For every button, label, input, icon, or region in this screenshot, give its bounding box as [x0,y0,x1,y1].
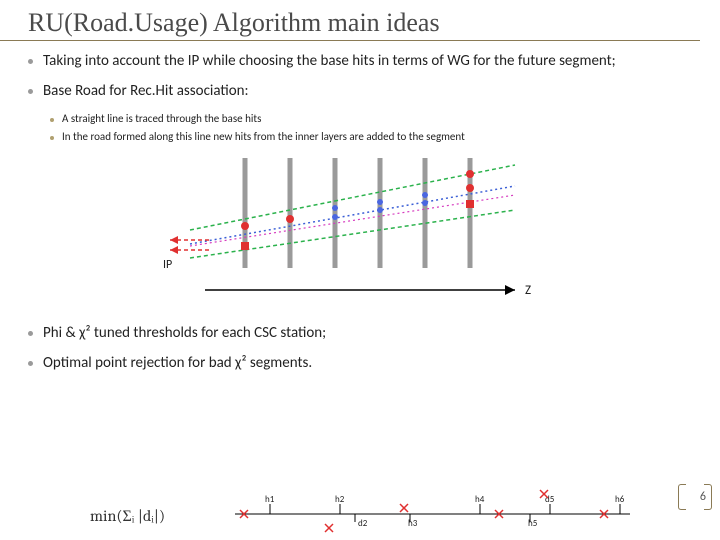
bullet-dot-icon [28,331,33,336]
bullet-list: Taking into account the IP while choosin… [0,41,720,374]
hit-sequence-svg: h1 h2 h4 d5 h6 d2 h3 h5 [230,484,640,534]
formula-text: min(Σᵢ |dᵢ|) [90,507,165,526]
hit-label: h6 [615,494,625,505]
bullet-subitem: In the road formed along this line new h… [50,130,692,144]
hit-label: h3 [408,518,418,529]
bullet-dot-icon [50,118,54,122]
page-bracket-left-icon [678,484,686,510]
ip-label: IP [163,258,172,272]
formula: min(Σᵢ |dᵢ|) [90,507,165,526]
bullet-item: Taking into account the IP while choosin… [28,51,692,71]
road-diagram-svg: IP Z [145,150,575,315]
hit-label: h2 [335,494,345,505]
hit-label: h1 [265,494,275,505]
bullet-item: Optimal point rejection for bad χ² segme… [28,353,692,373]
road-diagram: IP Z [145,150,575,315]
hit-label: h5 [528,518,538,529]
z-axis-label: Z [525,283,531,298]
bullet-dot-icon [28,361,33,366]
hit-label: d2 [358,518,368,529]
bullet-subitem: A straight line is traced through the ba… [50,112,692,126]
bullet-text: Optimal point rejection for bad χ² segme… [43,353,312,373]
bullet-item: Base Road for Rec.Hit association: [28,81,692,101]
hit-label: h4 [475,494,485,505]
bullet-dot-icon [28,89,33,94]
bullet-text: A straight line is traced through the ba… [62,112,261,126]
bullet-dot-icon [28,59,33,64]
bullet-item: Phi & χ² tuned thresholds for each CSC s… [28,323,692,343]
slide-title: RU(Road.Usage) Algorithm main ideas [0,0,700,41]
bullet-text: Taking into account the IP while choosin… [43,51,616,71]
bullet-text: Base Road for Rec.Hit association: [43,81,249,101]
bullet-text: Phi & χ² tuned thresholds for each CSC s… [43,323,326,343]
bullet-text: In the road formed along this line new h… [62,130,465,144]
page-bracket-right-icon [704,484,712,510]
bullet-dot-icon [50,136,54,140]
hit-sequence-diagram: h1 h2 h4 d5 h6 d2 h3 h5 [230,484,640,534]
